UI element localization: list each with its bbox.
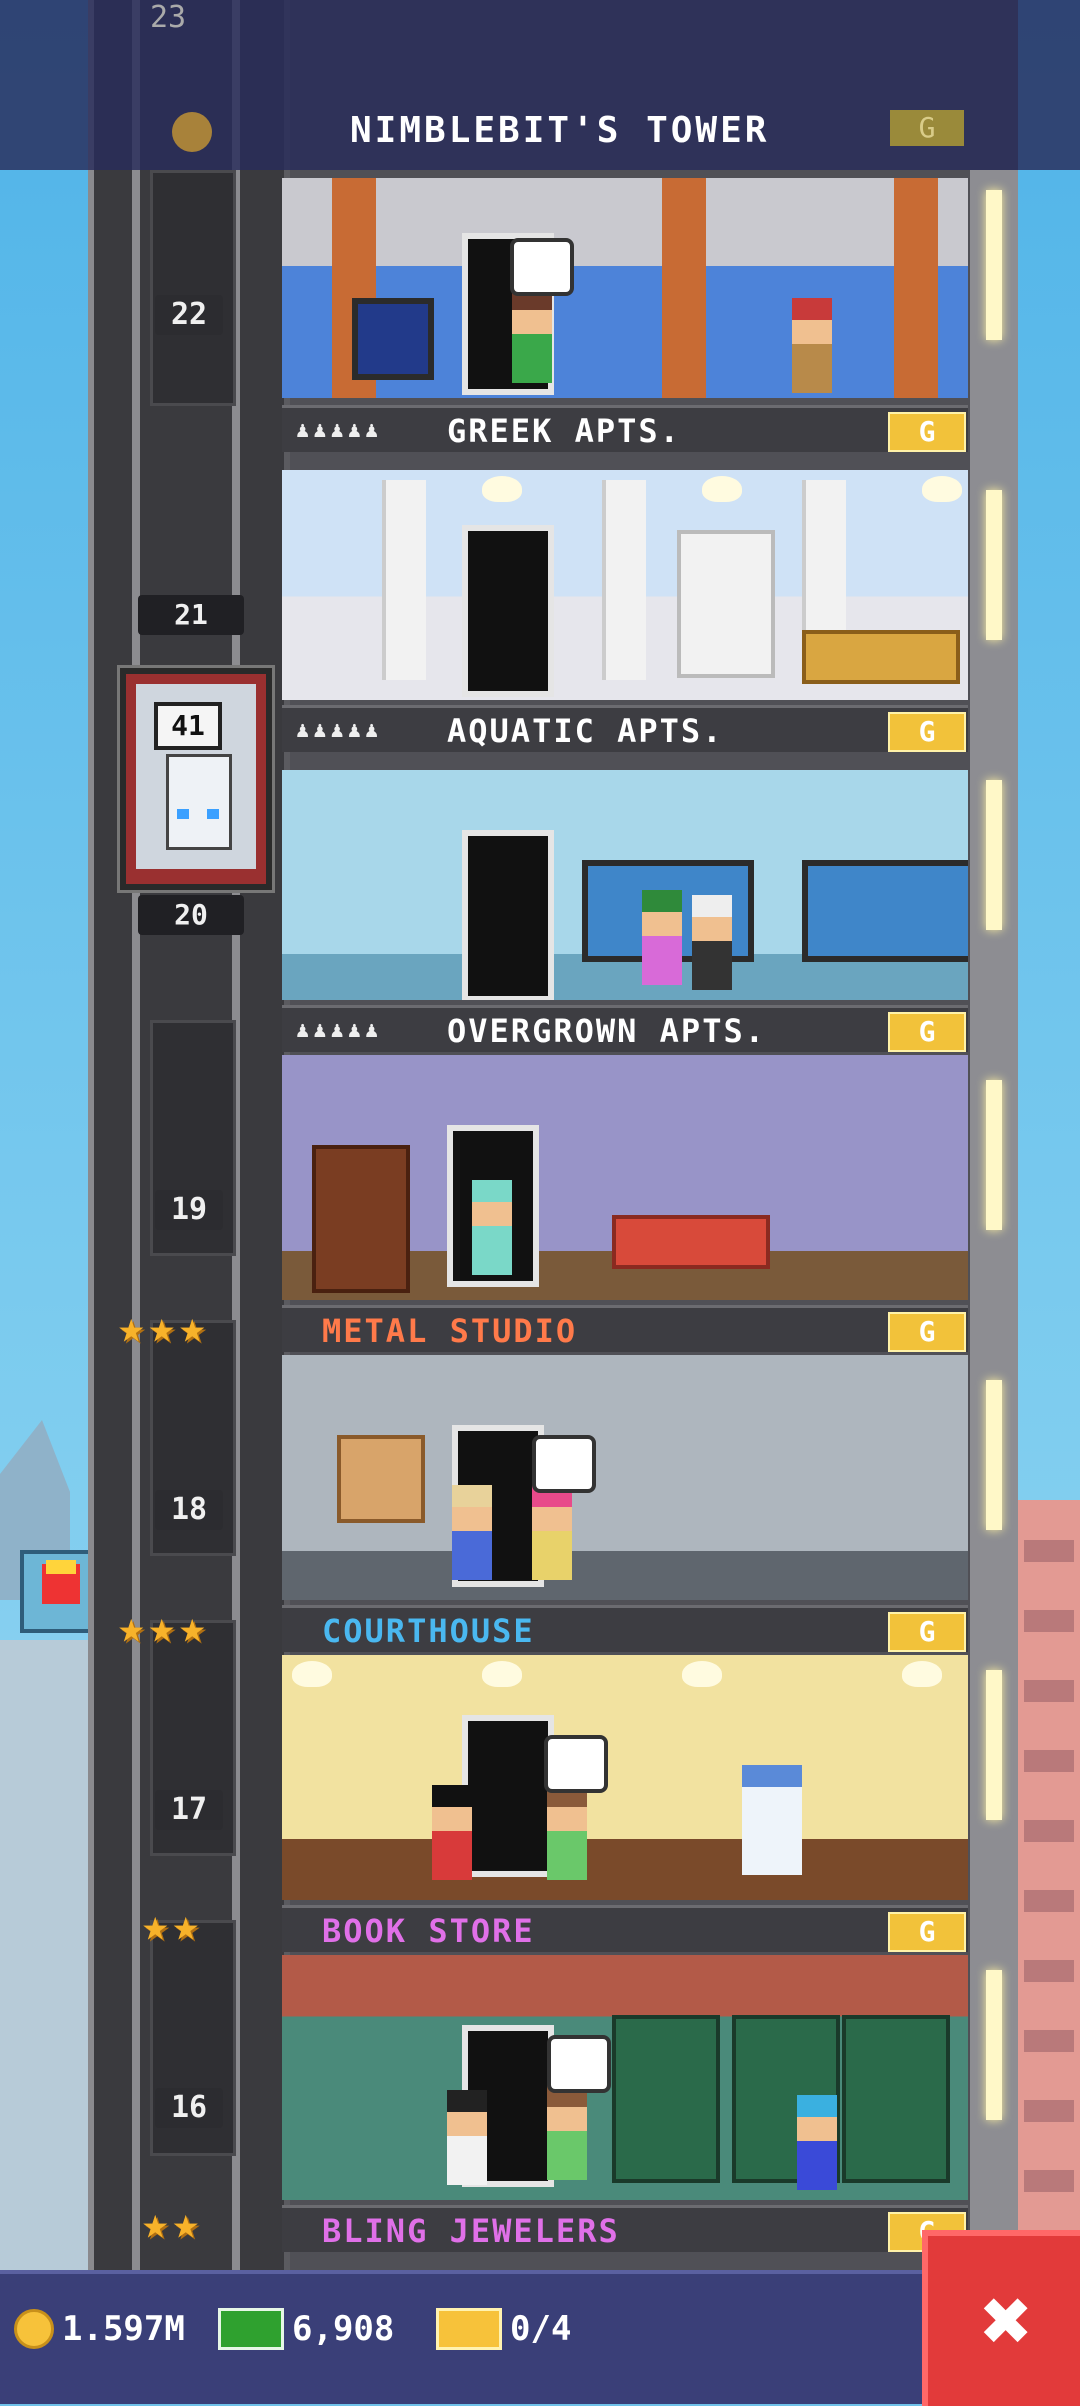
- floor-name: AQUATIC APTS.: [447, 712, 724, 750]
- floor-number-19: 19: [155, 1190, 223, 1230]
- floor-stars-19: ★ ★ ★: [118, 1306, 206, 1350]
- tower-header: 23 NIMBLEBIT'S TOWER G: [0, 0, 1080, 170]
- tickets-stat[interactable]: 0/4: [436, 2304, 571, 2354]
- floor-number-22: 22: [155, 295, 223, 335]
- thought-bubble[interactable]: [544, 1735, 608, 1793]
- floor-banner-greek[interactable]: ♟♟♟♟♟ GREEK APTS. G: [282, 405, 968, 452]
- floor-banner-metal-studio[interactable]: METAL STUDIO G: [282, 1305, 968, 1352]
- thought-bubble[interactable]: [532, 1435, 596, 1493]
- tickets-value: 0/4: [510, 2309, 572, 2349]
- gold-button[interactable]: G: [888, 712, 966, 752]
- star-icon: ★: [118, 1602, 145, 1653]
- star-icon: ★: [148, 1602, 176, 1653]
- gold-button[interactable]: G: [888, 1312, 966, 1352]
- resident[interactable]: [547, 2085, 587, 2180]
- bux-value: 6,908: [292, 2309, 395, 2349]
- floor-name: GREEK APTS.: [447, 412, 681, 450]
- floor-name: BOOK STORE: [322, 1912, 535, 1950]
- coins-stat[interactable]: 1.597M: [14, 2304, 185, 2354]
- gold-button[interactable]: G: [888, 1912, 966, 1952]
- floor-number-18: 18: [155, 1490, 223, 1530]
- floor-name: METAL STUDIO: [322, 1312, 578, 1350]
- floor-room-book-store[interactable]: [282, 1655, 968, 1900]
- floor-stars-18: ★ ★ ★: [118, 1606, 206, 1650]
- thought-bubble[interactable]: [510, 238, 574, 296]
- resident-icons: ♟♟♟♟♟: [296, 1018, 383, 1043]
- robot-passenger: [166, 754, 232, 850]
- star-icon: ★: [142, 1900, 169, 1951]
- fries-billboard: [20, 1550, 98, 1633]
- floor-number-21: 21: [138, 595, 244, 635]
- floor-room-metal-studio[interactable]: [282, 1055, 968, 1300]
- coins-value: 1.597M: [62, 2309, 185, 2349]
- tower-coin-icon: [172, 112, 212, 152]
- gold-button[interactable]: G: [888, 412, 966, 452]
- star-icon: ★: [179, 1602, 206, 1653]
- tower-right-column: [970, 170, 1018, 2270]
- shaft-door: [150, 170, 236, 406]
- floor-banner-book-store[interactable]: BOOK STORE G: [282, 1905, 968, 1952]
- floor-room-aquatic[interactable]: [282, 470, 968, 700]
- resident-icons: ♟♟♟♟♟: [296, 718, 383, 743]
- ticket-icon: [436, 2308, 502, 2350]
- resident[interactable]: [692, 895, 732, 990]
- resource-bar: 1.597M 6,908 0/4: [0, 2270, 1080, 2404]
- resident[interactable]: [532, 1485, 572, 1580]
- resident[interactable]: [472, 1180, 512, 1275]
- resident[interactable]: [432, 1785, 472, 1880]
- resident[interactable]: [512, 288, 552, 383]
- close-button[interactable]: ✖: [922, 2230, 1080, 2406]
- floor-number-16: 16: [155, 2088, 223, 2128]
- floor-name: OVERGROWN APTS.: [447, 1012, 766, 1050]
- floor-stars-17: ★ ★: [142, 1904, 199, 1948]
- star-icon: ★: [142, 2198, 169, 2249]
- resident[interactable]: [547, 1785, 587, 1880]
- floor-banner-aquatic[interactable]: ♟♟♟♟♟ AQUATIC APTS. G: [282, 705, 968, 752]
- elevator-car[interactable]: 41: [120, 668, 272, 890]
- resident-icons: ♟♟♟♟♟: [296, 418, 383, 443]
- floor-banner-bling-jewelers[interactable]: BLING JEWELERS G: [282, 2205, 968, 2252]
- tower-name[interactable]: NIMBLEBIT'S TOWER: [350, 110, 769, 151]
- gold-badge: G: [890, 110, 964, 146]
- floor-banner-courthouse[interactable]: COURTHOUSE G: [282, 1605, 968, 1652]
- star-icon: ★: [179, 1302, 206, 1353]
- gold-button[interactable]: G: [888, 1612, 966, 1652]
- floor-number-20: 20: [138, 895, 244, 935]
- floor-room-greek[interactable]: [282, 178, 968, 398]
- resident-shark[interactable]: [742, 1765, 802, 1875]
- background-building-left: [0, 1640, 90, 2280]
- star-icon: ★: [172, 1900, 200, 1951]
- partial-floor-number: 23: [150, 0, 187, 35]
- resident[interactable]: [792, 298, 832, 393]
- thought-bubble[interactable]: [547, 2035, 611, 2093]
- resident[interactable]: [447, 2090, 487, 2185]
- coin-icon: [14, 2309, 54, 2349]
- star-icon: ★: [172, 2198, 200, 2249]
- floor-room-bling-jewelers[interactable]: [282, 1955, 968, 2200]
- resident[interactable]: [642, 890, 682, 985]
- floor-stars-16: ★ ★: [142, 2202, 199, 2246]
- bux-stat[interactable]: 6,908: [218, 2304, 394, 2354]
- background-building-right: [1018, 1500, 1080, 2280]
- star-icon: ★: [148, 1302, 176, 1353]
- floor-banner-overgrown[interactable]: ♟♟♟♟♟ OVERGROWN APTS. G: [282, 1005, 968, 1052]
- floor-name: BLING JEWELERS: [322, 2212, 620, 2250]
- floor-name: COURTHOUSE: [322, 1612, 535, 1650]
- floor-number-17: 17: [155, 1790, 223, 1830]
- floor-room-courthouse[interactable]: [282, 1355, 968, 1600]
- resident[interactable]: [797, 2095, 837, 2190]
- resident[interactable]: [452, 1485, 492, 1580]
- elevator-capacity-display: 41: [154, 702, 222, 750]
- gold-button[interactable]: G: [888, 1012, 966, 1052]
- floor-room-overgrown-apts[interactable]: [282, 770, 968, 1000]
- bux-icon: [218, 2308, 284, 2350]
- star-icon: ★: [118, 1302, 145, 1353]
